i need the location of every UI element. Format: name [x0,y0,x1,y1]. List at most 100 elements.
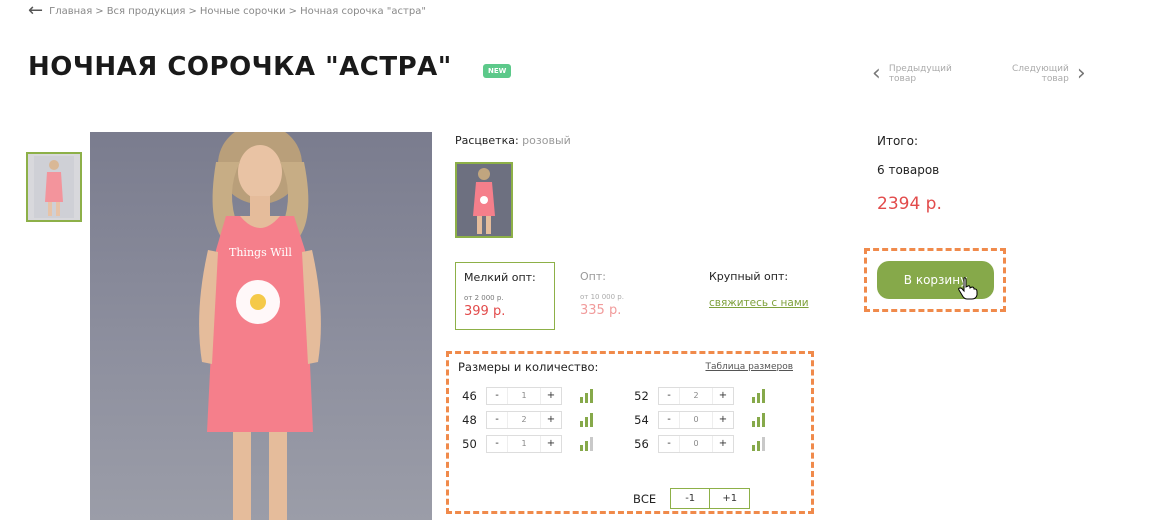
price-label: Мелкий опт: [464,271,536,284]
price-label: Крупный опт: [709,270,789,283]
sizes-title: Размеры и количество: [458,360,599,374]
color-value: розовый [522,134,571,147]
all-sizes-row: ВСЕ -1 +1 [633,488,751,509]
stock-bar [585,441,588,451]
decrement-button[interactable]: - [487,436,507,452]
quantity-value[interactable]: 1 [507,436,541,452]
price-minimum: от 10 000 р. [580,293,624,301]
increment-button[interactable]: + [713,436,733,452]
breadcrumb-item-home[interactable]: Главная [49,6,92,17]
stock-level-icon [580,437,593,451]
increment-button[interactable]: + [541,436,561,452]
stock-bar [585,393,588,403]
size-number: 46 [462,389,477,403]
stock-bar [762,437,765,451]
breadcrumb-separator: > [188,5,197,17]
stock-bar [752,421,755,427]
all-plus-button[interactable]: +1 [710,488,751,509]
price-small-wholesale[interactable]: Мелкий опт: от 2 000 р. 399 р. [455,262,555,330]
size-row: 56-0 + [625,435,765,453]
next-label: Следующий [1012,64,1069,74]
contact-us-link[interactable]: свяжитесь с нами [709,297,809,309]
increment-button[interactable]: + [541,412,561,428]
quantity-stepper: -1 + [486,387,562,405]
stock-bar [580,421,583,427]
back-arrow-icon[interactable]: ← [28,2,43,20]
model-photo: Things Will [199,132,321,520]
stock-bar [590,437,593,451]
increment-button[interactable]: + [713,412,733,428]
price-wholesale[interactable]: Опт: от 10 000 р. 335 р. [580,270,680,318]
hand-cursor-icon [958,277,978,300]
decrement-button[interactable]: - [487,388,507,404]
price-value: 399 р. [464,304,506,319]
size-number: 54 [634,413,649,427]
previous-product-link[interactable]: ‹ Предыдущий товар [872,61,952,86]
stock-level-icon [752,437,765,451]
quantity-stepper: -0 + [658,411,734,429]
page-title: НОЧНАЯ СОРОЧКА "АСТРА" [28,52,452,82]
breadcrumb-separator: > [288,5,298,17]
chevron-left-icon: ‹ [872,61,881,86]
price-label: Опт: [580,270,606,283]
decrement-button[interactable]: - [659,388,679,404]
quantity-value[interactable]: 0 [679,436,713,452]
size-row: 52-2 + [625,387,765,405]
breadcrumb-separator: > [95,5,104,17]
stock-bar [762,413,765,427]
color-label-text: Расцветка: [455,134,519,147]
price-minimum: от 2 000 р. [464,294,504,302]
breadcrumb-item-nightgowns[interactable]: Ночные сорочки [200,6,286,17]
quantity-stepper: -2 + [486,411,562,429]
stock-level-icon [752,413,765,427]
quantity-value[interactable]: 0 [679,412,713,428]
stock-bar [762,389,765,403]
decrement-button[interactable]: - [659,412,679,428]
size-number: 52 [634,389,649,403]
previous-label-2: товар [888,74,917,84]
stock-bar [757,417,760,427]
decrement-button[interactable]: - [487,412,507,428]
color-swatch[interactable] [455,162,513,238]
increment-button[interactable]: + [541,388,561,404]
quantity-value[interactable]: 2 [507,412,541,428]
price-large-wholesale: Крупный опт: свяжитесь с нами [709,270,809,309]
breadcrumb: ← Главная > Вся продукция > Ночные сороч… [28,2,426,20]
quantity-value[interactable]: 1 [507,388,541,404]
sizes-quantity-panel: Размеры и количество: Таблица размеров 4… [446,351,814,514]
previous-label: Предыдущий [888,64,952,74]
all-label: ВСЕ [633,491,657,506]
size-number: 56 [634,437,649,451]
stock-bar [757,441,760,451]
size-row: 54-0 + [625,411,765,429]
stock-bar [757,393,760,403]
quantity-stepper: -2 + [658,387,734,405]
increment-button[interactable]: + [713,388,733,404]
quantity-value[interactable]: 2 [679,388,713,404]
all-minus-button[interactable]: -1 [670,488,711,509]
total-count: 6 товаров [877,163,940,177]
product-thumbnail[interactable] [26,152,82,222]
size-number: 50 [462,437,477,451]
decrement-button[interactable]: - [659,436,679,452]
size-row: 48-2 + [453,411,593,429]
size-number: 48 [462,413,477,427]
stock-level-icon [580,413,593,427]
stock-bar [752,445,755,451]
quantity-stepper: -1 + [486,435,562,453]
stock-bar [590,413,593,427]
new-badge: NEW [483,64,512,78]
next-label-2: товар [1041,74,1069,84]
breadcrumb-item-all-products[interactable]: Вся продукция [107,6,186,17]
stock-bar [580,397,583,403]
stock-bar [752,397,755,403]
chevron-right-icon: › [1076,61,1086,86]
size-table-link[interactable]: Таблица размеров [705,362,793,372]
svg-text:Things Will: Things Will [229,246,292,259]
total-price: 2394 р. [877,194,942,214]
thumbnail-image [34,156,74,218]
breadcrumb-item-current: Ночная сорочка "астра" [300,5,426,17]
next-product-link[interactable]: Следующий товар › [1012,61,1086,86]
stock-bar [585,417,588,427]
total-label: Итого: [877,134,918,148]
